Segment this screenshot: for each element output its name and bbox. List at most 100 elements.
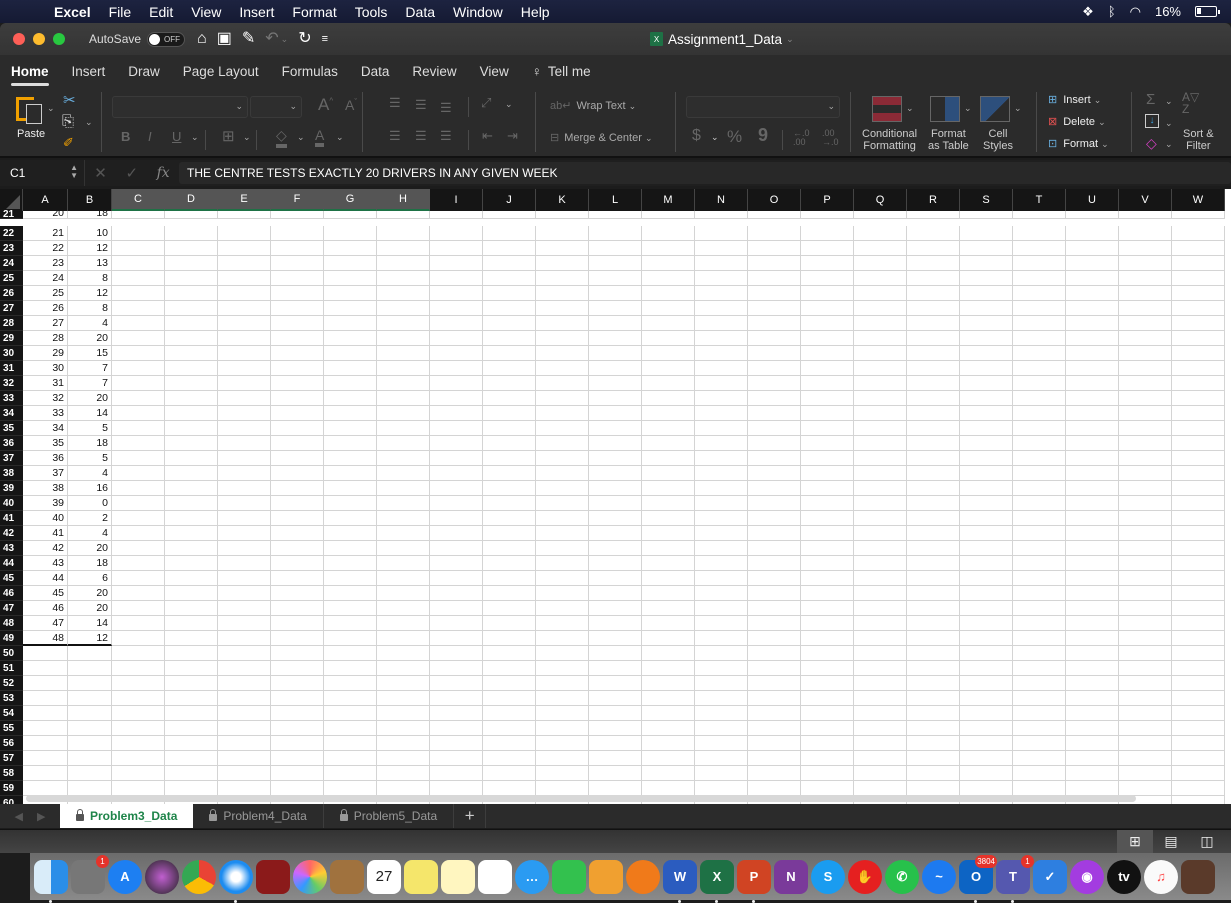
add-sheet-button[interactable]: + <box>454 804 487 828</box>
sort-filter-icon[interactable]: A▽ Z <box>1182 91 1218 115</box>
cell-d44[interactable] <box>165 556 218 571</box>
cell-styles-icon[interactable] <box>980 96 1010 122</box>
cell-o50[interactable] <box>748 646 801 661</box>
cell-v52[interactable] <box>1119 676 1172 691</box>
cell-m22[interactable] <box>642 226 695 241</box>
dock-hand-app-icon[interactable]: ✋ <box>848 859 882 894</box>
cell-s26[interactable] <box>960 286 1013 301</box>
cell-h50[interactable] <box>377 646 430 661</box>
cell-v44[interactable] <box>1119 556 1172 571</box>
cell-g23[interactable] <box>324 241 377 256</box>
cell-s54[interactable] <box>960 706 1013 721</box>
cell-n24[interactable] <box>695 256 748 271</box>
cell-d55[interactable] <box>165 721 218 736</box>
cell-i35[interactable] <box>430 421 483 436</box>
cell-n35[interactable] <box>695 421 748 436</box>
cell-n39[interactable] <box>695 481 748 496</box>
cell-h51[interactable] <box>377 661 430 676</box>
row-header[interactable]: 39 <box>0 481 23 496</box>
cell-f59[interactable] <box>271 781 324 796</box>
cell-g27[interactable] <box>324 301 377 316</box>
cell-b52[interactable] <box>68 676 112 691</box>
cell-e26[interactable] <box>218 286 271 301</box>
cell-h26[interactable] <box>377 286 430 301</box>
cell-c21[interactable] <box>112 211 165 219</box>
cell-u28[interactable] <box>1066 316 1119 331</box>
cell-i41[interactable] <box>430 511 483 526</box>
cell-h27[interactable] <box>377 301 430 316</box>
cell-p34[interactable] <box>801 406 854 421</box>
cell-i25[interactable] <box>430 271 483 286</box>
cell-s58[interactable] <box>960 766 1013 781</box>
cell-c35[interactable] <box>112 421 165 436</box>
cell-t44[interactable] <box>1013 556 1066 571</box>
cell-h48[interactable] <box>377 616 430 631</box>
cell-h29[interactable] <box>377 331 430 346</box>
cell-t47[interactable] <box>1013 601 1066 616</box>
cell-u35[interactable] <box>1066 421 1119 436</box>
cell-v50[interactable] <box>1119 646 1172 661</box>
cell-b42[interactable]: 4 <box>68 526 112 541</box>
conditional-formatting-button[interactable]: Conditional Formatting <box>862 128 917 152</box>
cell-d41[interactable] <box>165 511 218 526</box>
cell-v53[interactable] <box>1119 691 1172 706</box>
cell-f27[interactable] <box>271 301 324 316</box>
cell-k22[interactable] <box>536 226 589 241</box>
cell-k52[interactable] <box>536 676 589 691</box>
column-header-a[interactable]: A <box>23 189 68 211</box>
cell-l50[interactable] <box>589 646 642 661</box>
cell-w50[interactable] <box>1172 646 1225 661</box>
page-break-view-button[interactable]: ◫ <box>1189 830 1225 854</box>
cell-u37[interactable] <box>1066 451 1119 466</box>
cell-q53[interactable] <box>854 691 907 706</box>
dock-onenote-icon[interactable]: N <box>774 859 808 894</box>
cell-q44[interactable] <box>854 556 907 571</box>
cell-f42[interactable] <box>271 526 324 541</box>
cell-m34[interactable] <box>642 406 695 421</box>
column-header-u[interactable]: U <box>1066 189 1119 211</box>
align-middle-button[interactable]: ☰ <box>415 97 427 113</box>
cell-v59[interactable] <box>1119 781 1172 796</box>
cell-u26[interactable] <box>1066 286 1119 301</box>
row-header[interactable]: 44 <box>0 556 23 571</box>
cell-l58[interactable] <box>589 766 642 781</box>
cell-d40[interactable] <box>165 496 218 511</box>
cell-u41[interactable] <box>1066 511 1119 526</box>
cell-n58[interactable] <box>695 766 748 781</box>
cell-o26[interactable] <box>748 286 801 301</box>
cell-t31[interactable] <box>1013 361 1066 376</box>
cell-o34[interactable] <box>748 406 801 421</box>
cell-t56[interactable] <box>1013 736 1066 751</box>
cell-o23[interactable] <box>748 241 801 256</box>
row-header[interactable]: 45 <box>0 571 23 586</box>
undo-icon[interactable]: ↶ <box>265 31 278 47</box>
cell-i54[interactable] <box>430 706 483 721</box>
page-layout-view-button[interactable]: ▤ <box>1153 830 1189 854</box>
cell-d59[interactable] <box>165 781 218 796</box>
cell-c48[interactable] <box>112 616 165 631</box>
cell-r50[interactable] <box>907 646 960 661</box>
cell-b22[interactable]: 10 <box>68 226 112 241</box>
cell-j45[interactable] <box>483 571 536 586</box>
cell-f26[interactable] <box>271 286 324 301</box>
cell-m31[interactable] <box>642 361 695 376</box>
cell-e41[interactable] <box>218 511 271 526</box>
cell-u44[interactable] <box>1066 556 1119 571</box>
cell-k35[interactable] <box>536 421 589 436</box>
confirm-entry-icon[interactable]: ✓ <box>125 164 138 182</box>
cell-o56[interactable] <box>748 736 801 751</box>
cell-f54[interactable] <box>271 706 324 721</box>
cell-g26[interactable] <box>324 286 377 301</box>
cell-r38[interactable] <box>907 466 960 481</box>
cell-t45[interactable] <box>1013 571 1066 586</box>
cell-j32[interactable] <box>483 376 536 391</box>
cell-d34[interactable] <box>165 406 218 421</box>
cell-p30[interactable] <box>801 346 854 361</box>
cell-t33[interactable] <box>1013 391 1066 406</box>
cell-q58[interactable] <box>854 766 907 781</box>
fill-color-dropdown-icon[interactable]: ⌄ <box>297 132 305 143</box>
cell-m26[interactable] <box>642 286 695 301</box>
paste-dropdown-icon[interactable]: ⌄ <box>47 103 55 114</box>
cell-o55[interactable] <box>748 721 801 736</box>
cell-r54[interactable] <box>907 706 960 721</box>
